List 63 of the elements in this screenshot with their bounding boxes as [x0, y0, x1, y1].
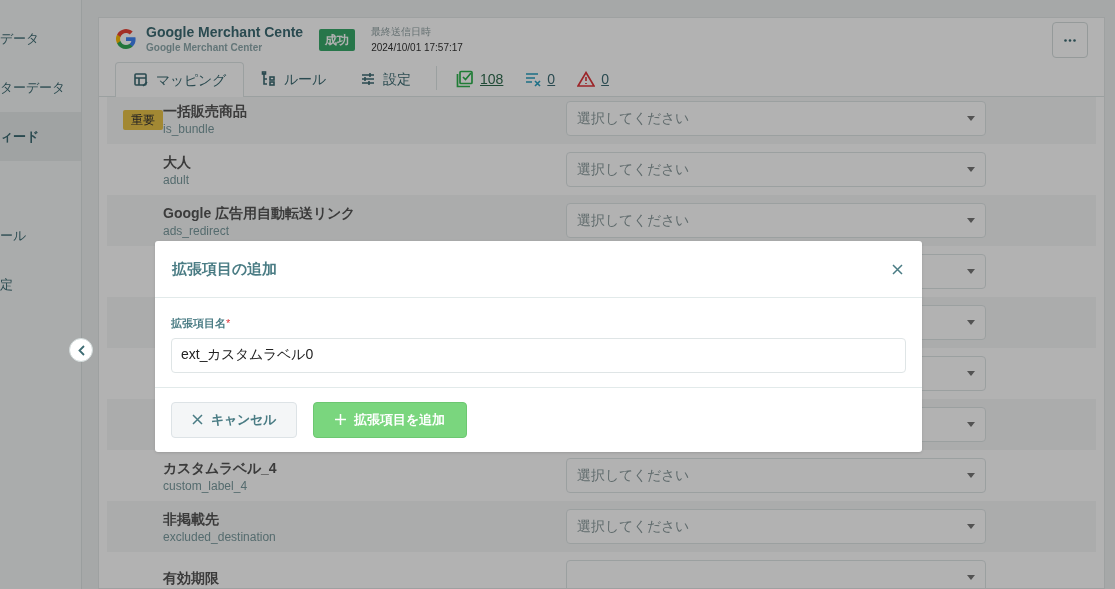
caret-icon: [967, 116, 975, 121]
collapse-button[interactable]: [69, 338, 93, 362]
field-label: 拡張項目名: [171, 316, 226, 331]
required-mark: *: [226, 316, 231, 331]
field-label: Google 広告用自動転送リンク: [163, 203, 357, 223]
channel-name: Google Merchant Cente: [146, 23, 304, 42]
more-icon: [1064, 38, 1076, 42]
google-logo: [115, 28, 137, 50]
input-field[interactable]: ext_カスタムラベル0: [171, 337, 906, 373]
list-x-icon: [525, 71, 542, 87]
last-sent-label: 最終送信日時: [371, 25, 433, 39]
caret-icon: [967, 269, 975, 274]
status-badge: 成功: [319, 29, 356, 51]
caret-icon: [967, 320, 975, 325]
caret-icon: [967, 524, 975, 529]
field-key: ads_redirect: [163, 222, 566, 239]
field-label: 一括販売商品: [163, 101, 248, 121]
select-field[interactable]: 選択してください: [566, 509, 986, 544]
caret-icon: [967, 218, 975, 223]
caret-icon: [967, 422, 975, 427]
select-field[interactable]: 選択してください: [566, 152, 986, 187]
sidebar-item[interactable]: 定: [0, 260, 81, 309]
close-button[interactable]: [889, 261, 905, 277]
field-key: is_bundle: [163, 120, 566, 137]
count-link[interactable]: 108: [445, 62, 515, 96]
tab[interactable]: ルール: [244, 62, 343, 96]
field-label: 有効期限: [163, 568, 220, 588]
channel-subtitle: Google Merchant Center: [146, 42, 264, 54]
table-edit-icon: [133, 72, 149, 88]
select-field[interactable]: 選択してください: [566, 203, 986, 238]
dialog-title: 拡張項目の追加: [172, 258, 277, 279]
sidebar-item[interactable]: データ: [0, 14, 81, 63]
close-icon: [192, 414, 203, 425]
sliders-icon: [360, 71, 376, 87]
select-field[interactable]: 選択してください: [566, 101, 986, 136]
check-stack-icon: [456, 70, 474, 88]
caret-icon: [967, 575, 975, 580]
field-label: 大人: [163, 152, 192, 172]
cancel-button[interactable]: キャンセル: [171, 401, 297, 438]
select-field[interactable]: 選択してください: [566, 458, 986, 493]
field-label: 非掲載先: [163, 509, 220, 529]
close-icon: [891, 263, 903, 275]
caret-icon: [967, 167, 975, 172]
plus-icon: [335, 414, 346, 425]
warning-icon: [577, 71, 596, 87]
sidebar-item[interactable]: ターデータ: [0, 63, 81, 112]
importance-badge: 重要: [123, 109, 163, 130]
tab[interactable]: マッピング: [115, 62, 244, 97]
caret-icon: [967, 473, 975, 478]
tab[interactable]: 設定: [343, 62, 428, 96]
count-link[interactable]: 0: [566, 62, 620, 96]
last-sent-time: 2024/10/01 17:57:17: [371, 41, 463, 55]
field-key: adult: [163, 171, 566, 188]
field-key: custom_label_4: [163, 477, 566, 494]
chevron-left-icon: [77, 344, 85, 356]
count-link[interactable]: 0: [514, 62, 567, 96]
tree-icon: [261, 71, 277, 87]
select-field[interactable]: [566, 560, 986, 588]
field-label: カスタムラベル_4: [163, 458, 278, 478]
field-key: excluded_destination: [163, 528, 566, 545]
caret-icon: [967, 371, 975, 376]
sidebar-item[interactable]: ール: [0, 211, 81, 260]
sidebar-item[interactable]: ィード: [0, 112, 81, 161]
